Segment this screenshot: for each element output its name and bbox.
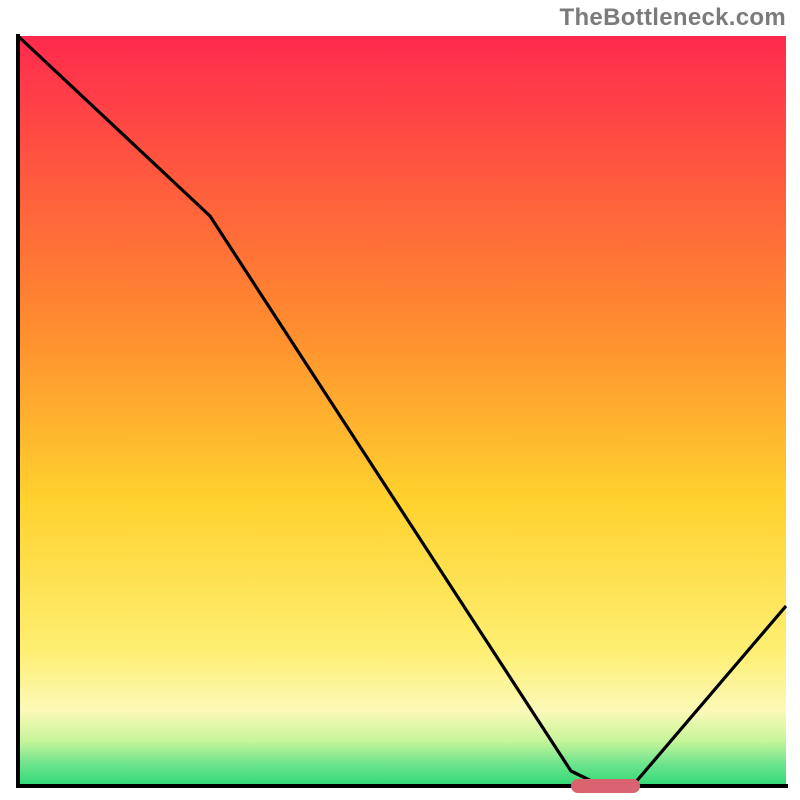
- optimal-marker: [571, 779, 640, 793]
- chart-frame: TheBottleneck.com: [0, 0, 800, 800]
- gradient-background: [18, 36, 786, 786]
- watermark-text: TheBottleneck.com: [560, 4, 786, 32]
- bottleneck-chart: [0, 0, 800, 800]
